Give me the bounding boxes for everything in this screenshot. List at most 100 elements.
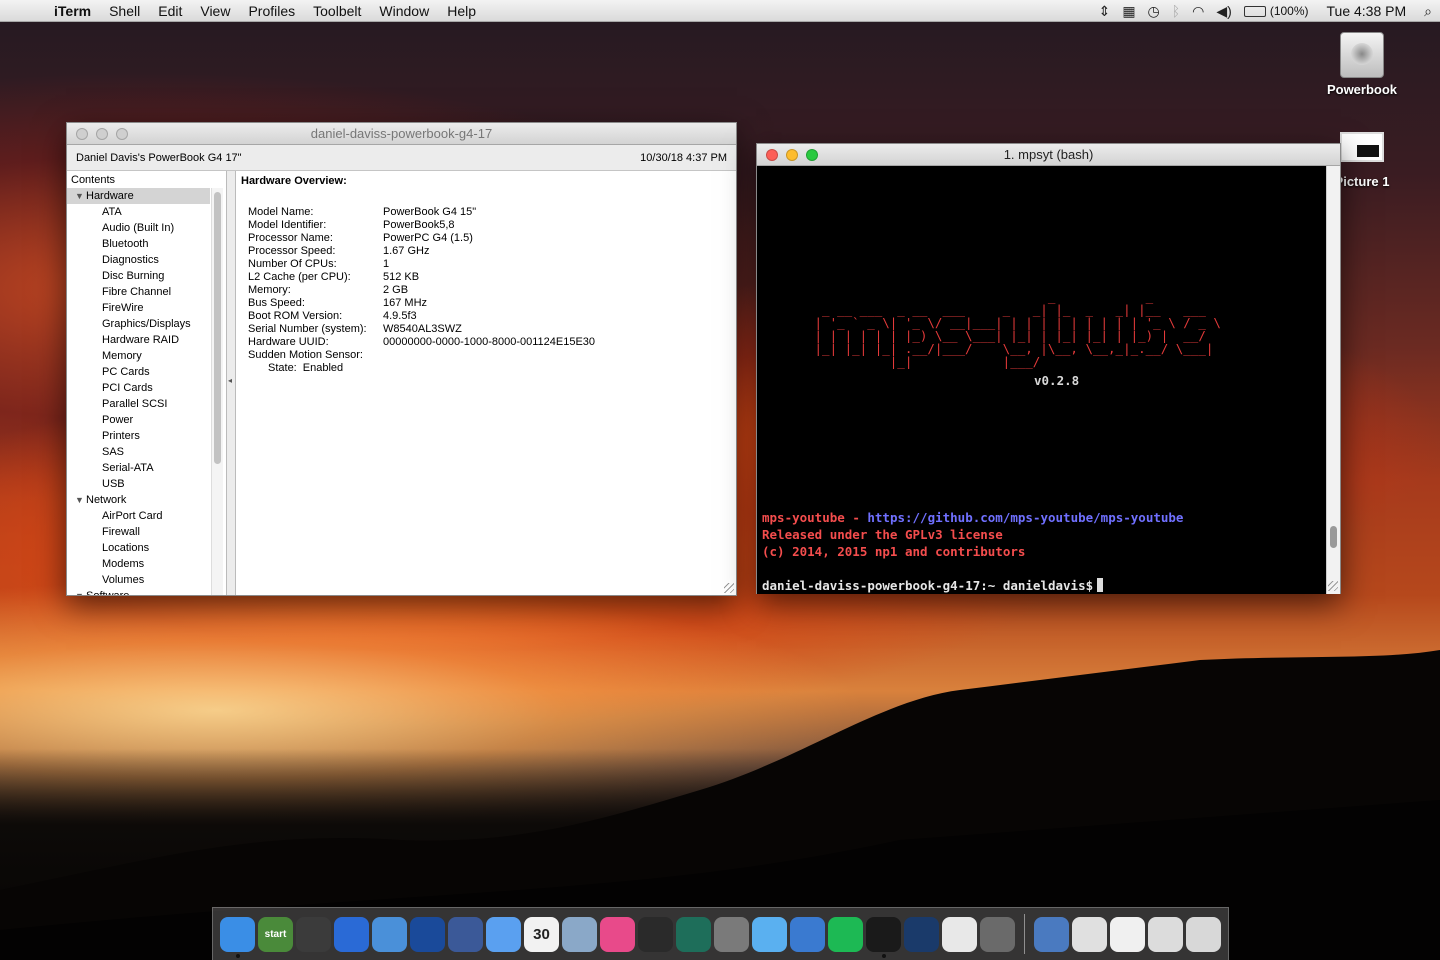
disclosure-triangle-icon[interactable]: ▼ <box>75 188 86 204</box>
app-store-icon[interactable] <box>752 916 787 952</box>
sidebar-item[interactable]: PC Cards <box>67 364 210 380</box>
sidebar-item[interactable]: Locations <box>67 540 210 556</box>
running-indicator <box>881 953 886 958</box>
messages-icon[interactable] <box>486 916 521 952</box>
menu-help[interactable]: Help <box>438 3 485 19</box>
preview-icon[interactable] <box>562 916 597 952</box>
itunes-icon[interactable] <box>600 916 635 952</box>
spaces-icon[interactable]: ▦ <box>1122 3 1135 20</box>
time-machine-status-icon[interactable]: ◷ <box>1148 3 1160 20</box>
dock-icon-label: start <box>264 928 287 940</box>
menu-view[interactable]: View <box>191 3 239 19</box>
zoom-button[interactable] <box>116 128 128 140</box>
disclosure-triangle-icon[interactable]: ▼ <box>75 588 86 595</box>
sidebar-group[interactable]: ▼ Hardware <box>67 188 210 204</box>
downloads-stack-icon[interactable] <box>1148 916 1183 952</box>
menu-profiles[interactable]: Profiles <box>239 3 304 19</box>
sidebar-item[interactable]: Diagnostics <box>67 252 210 268</box>
sidebar-item[interactable]: USB <box>67 476 210 492</box>
resize-grip-icon[interactable] <box>724 583 734 593</box>
project-url[interactable]: https://github.com/mps-youtube/mps-youtu… <box>867 510 1183 525</box>
trash-icon[interactable] <box>1186 916 1221 952</box>
sidebar-group[interactable]: ▼ Network <box>67 492 210 508</box>
sidebar-item[interactable]: Volumes <box>67 572 210 588</box>
menu-edit[interactable]: Edit <box>149 3 191 19</box>
battery-status[interactable]: (100%) <box>1243 4 1309 18</box>
facebook-icon[interactable] <box>448 916 483 952</box>
field-value: 167 MHz <box>383 297 428 309</box>
sidebar-item[interactable]: FireWire <box>67 300 210 316</box>
applications-folder-icon[interactable] <box>1034 916 1069 952</box>
sidebar-item[interactable]: PCI Cards <box>67 380 210 396</box>
start-icon[interactable]: start <box>258 916 293 952</box>
sidebar-item[interactable]: Audio (Built In) <box>67 220 210 236</box>
menu-window[interactable]: Window <box>370 3 438 19</box>
sidebar-item[interactable]: Memory <box>67 348 210 364</box>
minimize-button[interactable] <box>786 149 798 161</box>
quicktime-icon[interactable] <box>904 916 939 952</box>
sidebar-item[interactable]: Printers <box>67 428 210 444</box>
spotlight-search-icon[interactable]: ⌕ <box>1424 3 1432 20</box>
sidebar-item[interactable]: Graphics/Displays <box>67 316 210 332</box>
window-titlebar[interactable]: daniel-daviss-powerbook-g4-17 <box>67 123 736 145</box>
desktop-icon-powerbook[interactable]: Powerbook <box>1317 32 1407 97</box>
sidebar-item[interactable]: Modems <box>67 556 210 572</box>
sidebar-item[interactable]: Fibre Channel <box>67 284 210 300</box>
terminal-icon[interactable] <box>866 916 901 958</box>
photo-booth-icon[interactable] <box>638 916 673 952</box>
resize-grip-icon[interactable] <box>1328 581 1338 591</box>
terminal-output[interactable]: _ _ _ __ ___ _ __ ___ _ _| |_ _ _| |__ _… <box>757 166 1340 594</box>
menubar-clock[interactable]: Tue 4:38 PM <box>1327 3 1407 19</box>
menu-shell[interactable]: Shell <box>100 3 149 19</box>
scrollbar-thumb[interactable] <box>214 192 221 464</box>
menu-toolbelt[interactable]: Toolbelt <box>304 3 370 19</box>
field-row: State: Enabled <box>241 362 731 375</box>
dashboard-icon[interactable] <box>296 916 331 952</box>
sidebar-item[interactable]: Power <box>67 412 210 428</box>
spotify-icon[interactable] <box>828 916 863 952</box>
sidebar-item[interactable]: Disc Burning <box>67 268 210 284</box>
terminal-scrollbar[interactable] <box>1326 166 1340 594</box>
volume-icon[interactable]: ◀) <box>1216 3 1231 20</box>
word-icon[interactable] <box>790 916 825 952</box>
window-title: 1. mpsyt (bash) <box>1003 147 1094 162</box>
sidebar-item[interactable]: AirPort Card <box>67 508 210 524</box>
safari-icon[interactable] <box>372 916 407 952</box>
sidebar-item[interactable]: ATA <box>67 204 210 220</box>
contents-list: ▼ Hardware ATA Audio (Built In) Bluetooth Dia… <box>67 188 210 595</box>
zoom-button[interactable] <box>806 149 818 161</box>
scrollbar-thumb[interactable] <box>1330 526 1337 548</box>
mp3-file-icon[interactable] <box>1072 916 1107 952</box>
close-button[interactable] <box>76 128 88 140</box>
system-preferences-icon[interactable] <box>714 916 749 952</box>
documents-stack-icon[interactable] <box>1110 916 1145 952</box>
split-divider[interactable]: ◂ <box>227 171 236 595</box>
field-row: Model Name: PowerBook G4 15" <box>241 206 731 219</box>
window-titlebar[interactable]: 1. mpsyt (bash) <box>757 144 1340 166</box>
calendar-icon[interactable]: 30 <box>524 916 559 952</box>
finder-icon[interactable] <box>220 916 255 958</box>
sidebar-group-label: Software <box>86 590 129 595</box>
sidebar-item[interactable]: Bluetooth <box>67 236 210 252</box>
wifi-icon[interactable]: ◠ <box>1192 3 1204 20</box>
minimize-button[interactable] <box>96 128 108 140</box>
disclosure-triangle-icon[interactable]: ▼ <box>75 492 86 508</box>
time-machine-icon[interactable] <box>676 916 711 952</box>
utility-icon[interactable] <box>980 916 1015 952</box>
app-menu[interactable]: iTerm <box>54 3 100 19</box>
xcode-icon[interactable] <box>334 916 369 952</box>
sidebar-item[interactable]: Firewall <box>67 524 210 540</box>
bluetooth-icon[interactable]: ᛒ <box>1172 3 1180 19</box>
field-key: Boot ROM Version: <box>248 310 343 322</box>
sidebar-item[interactable]: SAS <box>67 444 210 460</box>
field-key: Memory: <box>248 284 291 296</box>
sidebar-item[interactable]: Hardware RAID <box>67 332 210 348</box>
close-button[interactable] <box>766 149 778 161</box>
network-globe-icon[interactable] <box>410 916 445 952</box>
textedit-icon[interactable] <box>942 916 977 952</box>
resize-arrows-icon[interactable]: ⇕ <box>1099 3 1111 20</box>
sidebar-group[interactable]: ▼Software <box>67 588 210 595</box>
sidebar-item[interactable]: Parallel SCSI <box>67 396 210 412</box>
sidebar-scrollbar[interactable] <box>211 188 223 595</box>
sidebar-item[interactable]: Serial-ATA <box>67 460 210 476</box>
